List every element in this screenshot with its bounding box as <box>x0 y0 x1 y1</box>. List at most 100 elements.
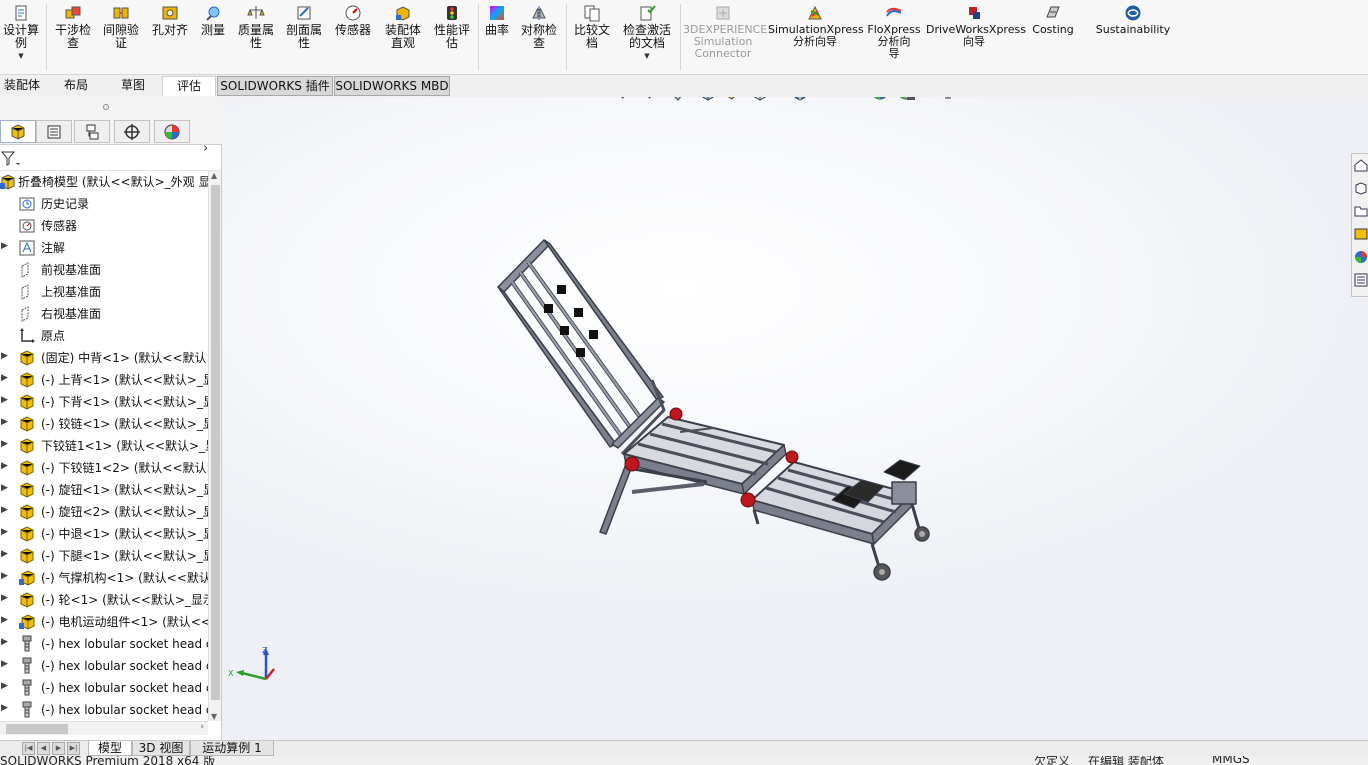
expand-arrow-icon[interactable]: ▶ <box>1 527 8 537</box>
status-units[interactable]: MMGS <box>1212 756 1250 765</box>
filter-icon[interactable] <box>1 151 23 167</box>
restore-icon[interactable]: ❐ <box>1308 97 1334 99</box>
tree-item[interactable]: ▶ (-) 铰链<1> (默认<<默认>_显 <box>0 413 208 435</box>
folding-chair-3d-model[interactable] <box>492 232 942 592</box>
tree-item[interactable]: 原点 <box>0 325 208 347</box>
tree-vertical-scrollbar[interactable]: ▲ ▼ <box>208 171 221 721</box>
tab-evaluate[interactable]: 评估 <box>162 76 216 96</box>
tree-item[interactable]: 右视基准面 <box>0 303 208 325</box>
check-active-document-button[interactable]: 检查激活 的文档 ▼ <box>618 4 676 60</box>
measure-button[interactable]: 测量 <box>196 4 230 37</box>
tab-assembly[interactable]: 装配体 <box>0 76 44 96</box>
expand-arrow-icon[interactable]: ▶ <box>1 571 8 581</box>
expand-arrow-icon[interactable]: ▶ <box>1 593 8 603</box>
tree-item[interactable]: 前视基准面 <box>0 259 208 281</box>
chevron-down-icon[interactable]: ▼ <box>0 52 42 60</box>
first-tab-icon[interactable]: |◀ <box>22 742 35 755</box>
expand-arrow-icon[interactable]: ▶ <box>1 681 8 691</box>
graphics-area[interactable]: ▼ ▼ ▼ ▼ ▼ ⧈⧉–❐✕ <box>222 97 1368 740</box>
close-icon[interactable]: ✕ <box>1334 97 1360 99</box>
tab-layout[interactable]: 布局 <box>50 76 102 96</box>
mass-properties-button[interactable]: 质量属 性 <box>234 4 278 50</box>
appearances-icon[interactable] <box>1354 250 1368 264</box>
tab-motion-study[interactable]: 运动算例 1 <box>190 741 274 756</box>
tab-feature-manager[interactable] <box>0 120 36 143</box>
custom-properties-icon[interactable] <box>1354 273 1368 287</box>
chevron-down-icon[interactable]: ▼ <box>618 52 676 60</box>
scrollbar-thumb[interactable] <box>6 724 68 734</box>
curvature-button[interactable]: 曲率 <box>482 4 512 37</box>
3dexperience-simulation-connector-button[interactable]: 3DEXPERIENCE Simulation Connector <box>683 4 767 60</box>
zoom-to-fit-button[interactable] <box>620 97 640 101</box>
tree-item[interactable]: ▶ (-) hex lobular socket head c <box>0 633 208 655</box>
tab-solidworks-mbd[interactable]: SOLIDWORKS MBD <box>334 76 450 96</box>
tree-item[interactable]: ▶ (-) hex lobular socket head c <box>0 677 208 699</box>
view-palette-icon[interactable] <box>1354 227 1368 241</box>
tree-item[interactable]: ▶ (-) hex lobular socket head c <box>0 699 208 721</box>
next-window-icon[interactable]: ⧉ <box>1256 97 1282 99</box>
simulationxpress-button[interactable]: SimulationXpress 分析向导 <box>768 4 864 48</box>
apply-scene-button[interactable] <box>896 97 916 101</box>
tree-item[interactable]: ▶ 下铰链1<1> (默认<<默认>_显 <box>0 435 208 457</box>
previous-view-button[interactable] <box>672 97 692 101</box>
section-view-button[interactable] <box>698 97 718 101</box>
scroll-down-icon[interactable]: ▼ <box>211 712 217 721</box>
display-style-button[interactable] <box>790 97 810 101</box>
symmetry-check-button[interactable]: 对称检 查 <box>516 4 562 50</box>
hide-show-items-button[interactable] <box>830 97 850 101</box>
tree-item[interactable]: ▶ (-) 下背<1> (默认<<默认>_显 <box>0 391 208 413</box>
last-tab-icon[interactable]: ▶| <box>67 742 80 755</box>
view-orientation-button[interactable] <box>750 97 770 101</box>
sensor-button[interactable]: 传感器 <box>330 4 376 37</box>
zoom-to-area-button[interactable] <box>646 97 666 101</box>
compare-documents-button[interactable]: 比较文 档 <box>570 4 614 50</box>
expand-arrow-icon[interactable]: ▶ <box>1 659 8 669</box>
performance-evaluation-button[interactable]: 性能评 估 <box>430 4 474 50</box>
tree-item[interactable]: ▶ (-) 气撑机构<1> (默认<<默认 <box>0 567 208 589</box>
driveworksxpress-button[interactable]: DriveWorksXpress 向导 <box>926 4 1026 48</box>
file-explorer-icon[interactable] <box>1354 204 1368 218</box>
tab-3d-view[interactable]: 3D 视图 <box>132 741 190 756</box>
tree-item[interactable]: ▶ (-) 中退<1> (默认<<默认>_显 <box>0 523 208 545</box>
dynamic-annotation-button[interactable] <box>724 97 744 101</box>
tree-item[interactable]: ▶ (-) 电机运动组件<1> (默认<< <box>0 611 208 633</box>
design-study-button[interactable]: 设计算 例 ▼ <box>0 4 42 60</box>
expand-arrow-icon[interactable]: ▶ <box>1 351 8 361</box>
expand-arrow-icon[interactable]: ▶ <box>1 637 8 647</box>
scrollbar-thumb[interactable] <box>211 185 220 700</box>
panel-grip[interactable] <box>0 97 222 117</box>
next-tab-icon[interactable]: ▶ <box>52 742 65 755</box>
tree-item[interactable]: ▶ (-) 下铰链1<2> (默认<<默认> <box>0 457 208 479</box>
tree-item[interactable]: 上视基准面 <box>0 281 208 303</box>
expand-arrow-icon[interactable]: ▶ <box>1 615 8 625</box>
expand-arrow-icon[interactable]: ▶ <box>1 549 8 559</box>
tree-item[interactable]: ▶ (-) hex lobular socket head c <box>0 655 208 677</box>
edit-appearance-button[interactable] <box>870 97 890 101</box>
interference-check-button[interactable]: 干涉检 查 <box>50 4 96 50</box>
tab-model[interactable]: 模型 <box>88 741 132 756</box>
tab-solidworks-addins[interactable]: SOLIDWORKS 插件 <box>217 76 333 96</box>
tree-item[interactable]: ▶ (-) 旋钮<2> (默认<<默认>_显 <box>0 501 208 523</box>
home-icon[interactable] <box>1354 158 1368 172</box>
section-properties-button[interactable]: 剖面属 性 <box>282 4 326 50</box>
scroll-right-icon[interactable]: › <box>200 722 204 732</box>
tree-item[interactable]: ▶ (-) 旋钮<1> (默认<<默认>_显 <box>0 479 208 501</box>
design-library-icon[interactable] <box>1354 181 1368 195</box>
minimize-icon[interactable]: – <box>1282 97 1308 99</box>
tab-sketch[interactable]: 草图 <box>106 76 160 96</box>
clearance-button[interactable]: 间隙验 证 <box>98 4 144 50</box>
tree-item[interactable]: 传感器 <box>0 215 208 237</box>
tab-property-manager[interactable] <box>36 120 72 143</box>
costing-button[interactable]: Costing <box>1026 4 1080 36</box>
hole-alignment-button[interactable]: 孔对齐 <box>148 4 192 37</box>
expand-arrow-icon[interactable]: ▶ <box>1 395 8 405</box>
tab-display-manager[interactable] <box>154 120 190 143</box>
assembly-visualization-button[interactable]: 装配体 直观 <box>380 4 426 50</box>
tab-dimxpert-manager[interactable] <box>114 120 150 143</box>
expand-arrow-icon[interactable]: ▶ <box>1 703 8 713</box>
expand-arrow-icon[interactable]: ▶ <box>1 483 8 493</box>
previous-window-icon[interactable]: ⧈ <box>1230 97 1256 99</box>
expand-arrow-icon[interactable]: ▶ <box>1 461 8 471</box>
expand-arrow-icon[interactable]: ▶ <box>1 373 8 383</box>
tree-item[interactable]: ▶ (-) 下腿<1> (默认<<默认>_显 <box>0 545 208 567</box>
